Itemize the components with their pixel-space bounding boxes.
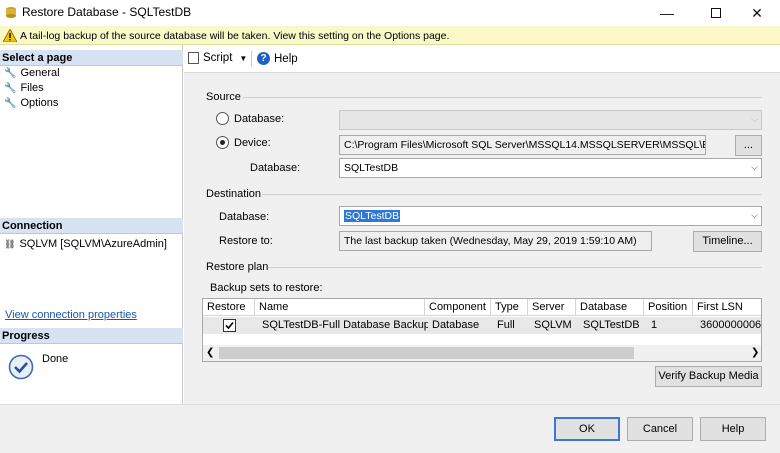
chevron-down-icon: ⌵ <box>751 114 758 124</box>
row-type: Full <box>497 319 515 331</box>
restore-checkbox[interactable] <box>223 319 236 332</box>
device-radio[interactable] <box>216 136 229 149</box>
source-database-dropdown[interactable]: SQLTestDB ⌵ <box>339 158 762 178</box>
help-toolbar-button[interactable]: ? Help <box>257 52 298 65</box>
page-options[interactable]: 🔧 Options <box>4 97 58 109</box>
source-group-label: Source <box>206 91 241 103</box>
page-label: Files <box>20 82 44 94</box>
column-header[interactable]: Name <box>255 299 425 316</box>
browse-device-button[interactable]: ... <box>735 135 762 156</box>
source-database-label: Database: <box>250 162 301 174</box>
script-label: Script <box>203 52 233 64</box>
verify-backup-media-button[interactable]: Verify Backup Media <box>655 366 762 387</box>
column-header[interactable]: First LSN <box>693 299 761 316</box>
chevron-down-icon: ⌵ <box>751 210 758 220</box>
column-header[interactable]: Restore <box>203 299 255 316</box>
restore-to-label: Restore to: <box>219 235 273 247</box>
column-header[interactable]: Component <box>425 299 491 316</box>
source-database-select[interactable]: ⌵ <box>339 110 762 130</box>
warning-text: A tail-log backup of the source database… <box>20 30 450 42</box>
chevron-down-icon: ▼ <box>239 53 248 63</box>
checkmark-icon <box>225 321 234 330</box>
scroll-left-icon[interactable]: ❮ <box>206 347 214 358</box>
connection-info: ⛓ SQLVM [SQLVM\AzureAdmin] <box>4 238 167 250</box>
toolbar-divider <box>251 51 252 67</box>
scroll-right-icon[interactable]: ❯ <box>751 347 759 358</box>
page-label: General <box>20 67 60 79</box>
help-label: Help <box>274 52 298 65</box>
progress-status: Done <box>42 353 69 365</box>
minimize-button[interactable]: — <box>644 0 690 26</box>
row-component: Database <box>432 319 480 331</box>
wrench-icon: 🔧 <box>4 67 17 79</box>
destination-database-dropdown[interactable]: SQLTestDB ⌵ <box>339 206 762 226</box>
restore-plan-label: Restore plan <box>206 261 269 273</box>
backup-sets-label: Backup sets to restore: <box>210 282 323 294</box>
minimize-icon: — <box>660 5 674 21</box>
restore-plan-divider <box>268 267 762 268</box>
wrench-icon: 🔧 <box>4 82 17 94</box>
select-page-header: Select a page <box>0 50 183 66</box>
server-icon: ⛓ <box>4 238 16 249</box>
row-server: SQLVM <box>534 319 572 331</box>
close-icon: ✕ <box>751 4 763 21</box>
progress-header: Progress <box>0 328 183 344</box>
cancel-button[interactable]: Cancel <box>627 417 693 441</box>
close-window-button[interactable]: ✕ <box>734 0 780 26</box>
maximize-icon <box>711 8 721 18</box>
scrollbar-thumb[interactable] <box>219 347 634 359</box>
column-header[interactable]: Type <box>491 299 528 316</box>
script-icon <box>188 52 199 64</box>
destination-divider <box>262 194 762 195</box>
column-header[interactable]: Position <box>644 299 693 316</box>
source-divider <box>243 97 762 98</box>
page-general[interactable]: 🔧 General <box>4 67 60 79</box>
chevron-down-icon: ⌵ <box>751 162 758 172</box>
destination-database-label: Database: <box>219 211 270 223</box>
maximize-button[interactable] <box>693 0 739 26</box>
restore-to-field[interactable]: The last backup taken (Wednesday, May 29… <box>339 231 652 251</box>
database-radio-label: Database: <box>234 113 285 125</box>
check-circle-icon <box>8 354 34 383</box>
page-label: Options <box>20 97 59 109</box>
column-header[interactable]: Database <box>576 299 644 316</box>
warning-icon <box>2 28 18 45</box>
source-database-value: SQLTestDB <box>344 162 399 174</box>
help-icon: ? <box>257 52 270 65</box>
ok-button[interactable]: OK <box>554 417 620 441</box>
row-position: 1 <box>651 319 658 331</box>
connection-value: SQLVM [SQLVM\AzureAdmin] <box>19 238 167 250</box>
row-name: SQLTestDB-Full Database Backup <box>262 319 428 331</box>
row-database: SQLTestDB <box>583 319 640 331</box>
help-button[interactable]: Help <box>700 417 766 441</box>
device-path-field[interactable]: C:\Program Files\Microsoft SQL Server\MS… <box>339 135 706 155</box>
script-button[interactable]: Script ▼ <box>188 52 247 64</box>
timeline-button[interactable]: Timeline... <box>693 231 762 252</box>
app-icon <box>4 6 18 18</box>
destination-database-value: SQLTestDB <box>344 210 401 222</box>
connection-header: Connection <box>0 218 183 234</box>
row-first-lsn: 36000000068 <box>700 319 762 331</box>
view-connection-link[interactable]: View connection properties <box>5 309 137 321</box>
device-radio-label: Device: <box>234 137 271 149</box>
destination-group-label: Destination <box>206 188 262 200</box>
wrench-icon: 🔧 <box>4 97 17 109</box>
page-files[interactable]: 🔧 Files <box>4 82 44 94</box>
backup-sets-grid: Restore Name Component Type Server Datab… <box>202 298 762 362</box>
window-title: Restore Database - SQLTestDB <box>22 5 192 19</box>
database-radio[interactable] <box>216 112 229 125</box>
column-header[interactable]: Server <box>528 299 576 316</box>
